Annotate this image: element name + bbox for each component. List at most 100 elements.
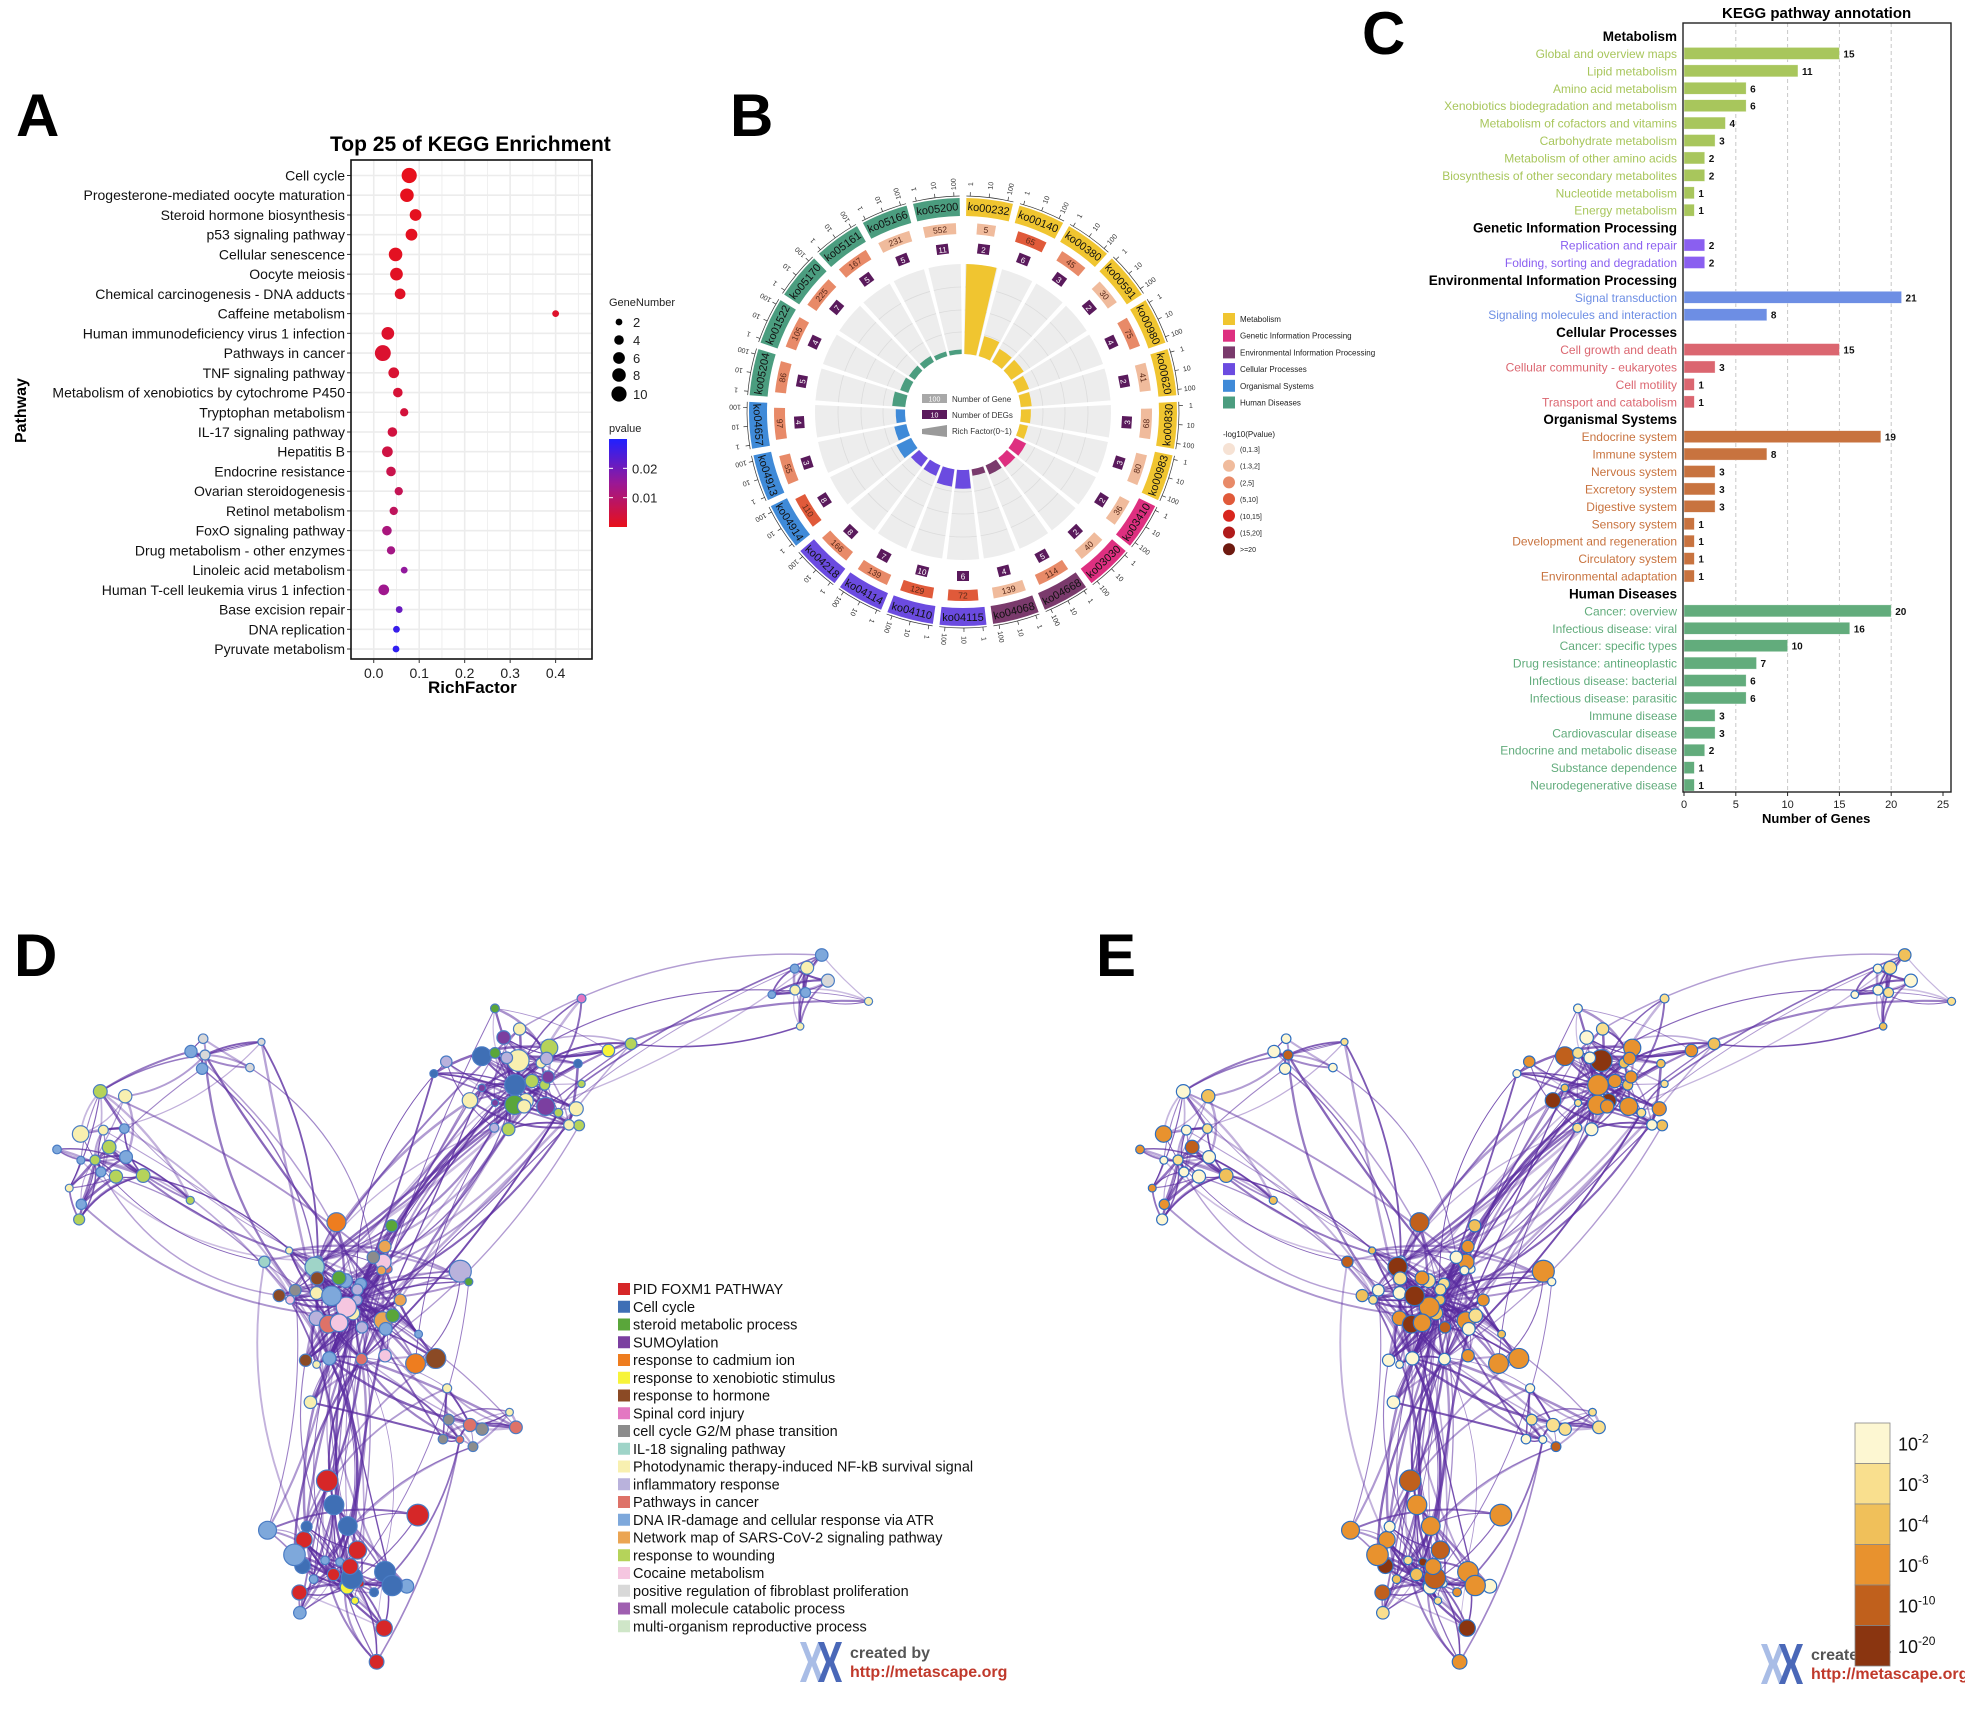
sector-id-label: ko04115	[942, 612, 983, 624]
deg-marker: 5	[795, 374, 808, 389]
network-node	[1367, 1246, 1377, 1255]
network-node	[429, 1068, 439, 1079]
deg-marker: 3	[800, 455, 814, 470]
scale-tick-label: 1	[1024, 191, 1032, 197]
network-node	[284, 1246, 294, 1255]
scale-tick-label: 1	[734, 385, 739, 392]
network-node	[553, 1107, 564, 1118]
scale-tick-label: 1	[750, 497, 756, 505]
network-node	[1584, 1122, 1599, 1137]
category-legend-swatch	[1223, 313, 1235, 325]
y-tick-label: TNF signaling pathway	[203, 365, 345, 381]
category-label: Global and overview maps	[1536, 47, 1677, 61]
network-node	[1461, 1348, 1475, 1363]
network-node	[1202, 1149, 1217, 1165]
network-node	[1267, 1044, 1281, 1059]
size-legend-dot	[611, 386, 627, 402]
scale-tick	[1134, 542, 1139, 546]
network-node	[355, 1352, 368, 1366]
scale-tick-label: 100	[1049, 614, 1060, 628]
scale-tick	[799, 556, 803, 560]
bar-value-label: 1	[1698, 781, 1704, 792]
y-tick-label: FoxO signaling pathway	[196, 523, 345, 539]
category-label: Energy metabolism	[1574, 204, 1677, 218]
network-node	[288, 1283, 302, 1297]
network-node	[1449, 1250, 1464, 1265]
colorbar-label-base: 10	[1898, 1556, 1918, 1576]
y-tick-label: Human immunodeficiency virus 1 infection	[83, 325, 345, 341]
category-label: Replication and repair	[1560, 239, 1677, 253]
category-label: Cell motility	[1616, 378, 1677, 392]
legend-swatch	[618, 1602, 630, 1615]
network-edge	[545, 954, 823, 1108]
network-node	[1184, 1139, 1200, 1155]
bar-value-label: 2	[1709, 171, 1715, 182]
scale-tick	[1165, 334, 1170, 337]
colorbar-segment	[1854, 1503, 1891, 1545]
network-node	[489, 1122, 500, 1133]
network-node	[563, 1119, 575, 1131]
network-node	[1409, 1212, 1430, 1233]
network-node	[1191, 1169, 1207, 1184]
legend-label: response to hormone	[633, 1389, 770, 1405]
network-edge	[260, 1041, 319, 1279]
bar	[1683, 169, 1706, 182]
scale-tick-label: 100	[893, 187, 903, 200]
y-tick-label: Human T-cell leukemia virus 1 infection	[102, 582, 345, 598]
scale-tick	[772, 301, 777, 305]
rich-factor-bar	[1020, 409, 1031, 424]
network-node	[1656, 1119, 1669, 1132]
bar	[1683, 761, 1695, 774]
network-node	[1438, 1321, 1452, 1334]
deg-marker: 5	[1034, 548, 1050, 563]
color-legend-title: pvalue	[609, 423, 641, 435]
bar	[1683, 343, 1840, 356]
bar-value-label: 8	[1771, 311, 1777, 322]
network-node	[1476, 1293, 1490, 1307]
bar	[1683, 500, 1716, 513]
rich-factor-bar	[955, 469, 971, 489]
legend-swatch	[618, 1336, 630, 1349]
bar-value-label: 3	[1719, 137, 1725, 148]
rich-factor-bar	[892, 391, 908, 408]
network-node	[1878, 1022, 1888, 1031]
network-node	[292, 1605, 307, 1620]
credit-url: http://metascape.org	[850, 1664, 1007, 1681]
category-label: Transport and catabolism	[1542, 395, 1677, 409]
y-tick-label: IL-17 signaling pathway	[198, 424, 345, 440]
category-legend-swatch	[1223, 329, 1235, 342]
pvalue-legend-label: (1.3,2]	[1240, 464, 1260, 471]
network-node	[1872, 984, 1884, 996]
scale-tick	[1050, 609, 1053, 614]
legend-label: Photodynamic therapy-induced NF-kB survi…	[633, 1460, 973, 1476]
data-point	[400, 188, 414, 203]
scale-tick	[1058, 214, 1062, 219]
network-node	[1172, 1154, 1184, 1166]
scale-tick-label: 10	[752, 310, 762, 320]
scale-tick	[1173, 459, 1178, 461]
deg-count: 6	[961, 573, 966, 582]
network-node	[199, 1049, 211, 1061]
network-node	[462, 1417, 478, 1433]
group-header: Environmental Information Processing	[1429, 273, 1677, 288]
network-node	[1622, 1051, 1637, 1066]
network-node	[1355, 1288, 1369, 1303]
bar	[1683, 186, 1695, 200]
bar	[1683, 378, 1695, 391]
legend-label: inflammatory response	[633, 1477, 780, 1493]
network-node	[1524, 1383, 1536, 1394]
bar-value-label: 3	[1719, 502, 1725, 513]
scale-tick	[1088, 233, 1092, 237]
network-node	[1572, 1122, 1583, 1133]
data-point	[386, 466, 396, 477]
network-node	[1550, 1441, 1562, 1453]
scale-tick	[1148, 300, 1153, 303]
bar-value-label: 1	[1698, 572, 1704, 583]
colorbar-label-exponent: -3	[1918, 1472, 1929, 1486]
network-d: PID FOXM1 PATHWAY Cell cycle steroid metab…	[52, 948, 1007, 1682]
network-node	[501, 1122, 516, 1137]
network-node	[1489, 1503, 1513, 1527]
category-label: Digestive system	[1586, 500, 1677, 514]
bar-value-label: 3	[1719, 468, 1725, 479]
network-node	[1545, 1417, 1561, 1433]
